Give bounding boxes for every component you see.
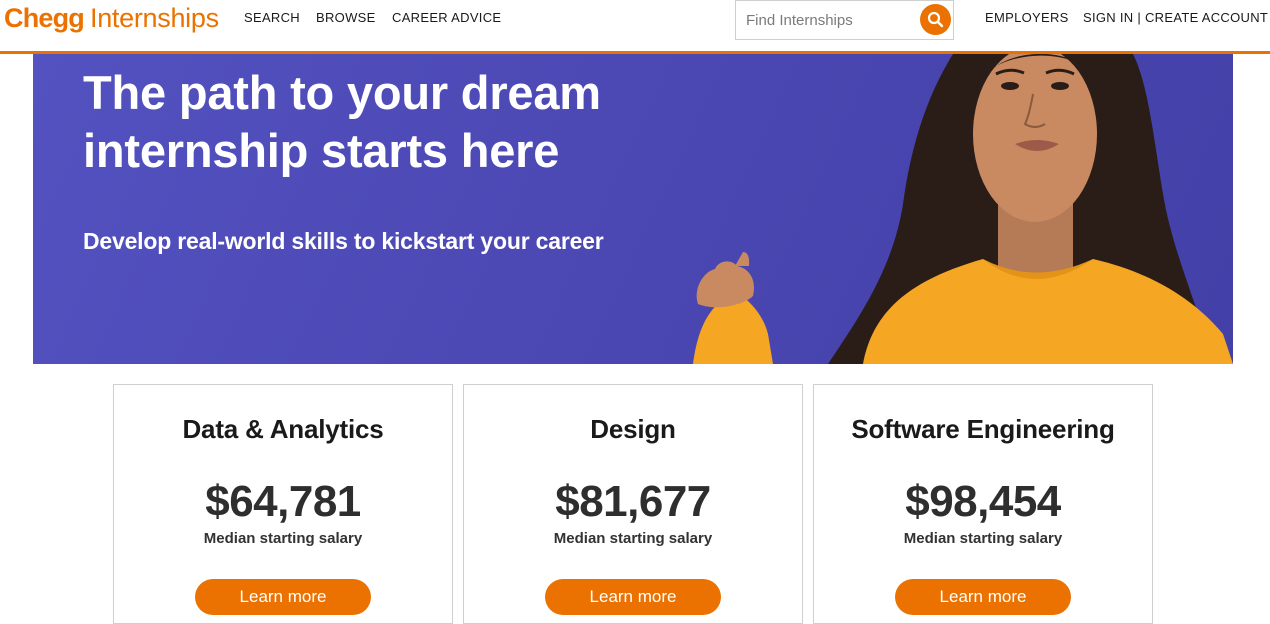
card-title: Data & Analytics <box>182 414 384 444</box>
chegg-internships-logo[interactable]: Chegg Internships <box>4 2 219 34</box>
hero-banner: The path to your dream internship starts… <box>33 54 1233 364</box>
category-card-data-analytics: Data & Analytics $64,781 Median starting… <box>113 384 453 624</box>
card-caption: Median starting salary <box>203 530 363 547</box>
nav-search[interactable]: SEARCH <box>244 10 300 25</box>
magnifier-icon <box>927 11 944 28</box>
card-title: Software Engineering <box>851 414 1115 444</box>
top-navigation-bar: Chegg Internships SEARCH BROWSE CAREER AD… <box>0 0 1270 54</box>
nav-browse[interactable]: BROWSE <box>316 10 376 25</box>
card-caption: Median starting salary <box>553 530 713 547</box>
nav-sign-in-create-account[interactable]: SIGN IN | CREATE ACCOUNT <box>1083 10 1268 25</box>
nav-employers[interactable]: EMPLOYERS <box>985 10 1069 25</box>
card-caption: Median starting salary <box>903 530 1063 547</box>
hero-photo-student <box>693 54 1233 364</box>
search-box <box>735 0 954 40</box>
hero-title: The path to your dream internship starts… <box>83 66 601 177</box>
search-input[interactable] <box>746 1 916 39</box>
card-salary: $98,454 <box>905 477 1061 526</box>
category-card-software-engineering: Software Engineering $98,454 Median star… <box>813 384 1153 624</box>
search-button[interactable] <box>920 4 951 35</box>
hero-subtitle: Develop real-world skills to kickstart y… <box>83 228 604 254</box>
card-salary: $81,677 <box>555 477 711 526</box>
card-salary: $64,781 <box>205 477 361 526</box>
card-title: Design <box>590 414 676 444</box>
category-card-design: Design $81,677 Median starting salary Le… <box>463 384 803 624</box>
logo-product: Internships <box>90 3 219 33</box>
logo-brand: Chegg <box>4 3 85 33</box>
nav-career-advice[interactable]: CAREER ADVICE <box>392 10 501 25</box>
